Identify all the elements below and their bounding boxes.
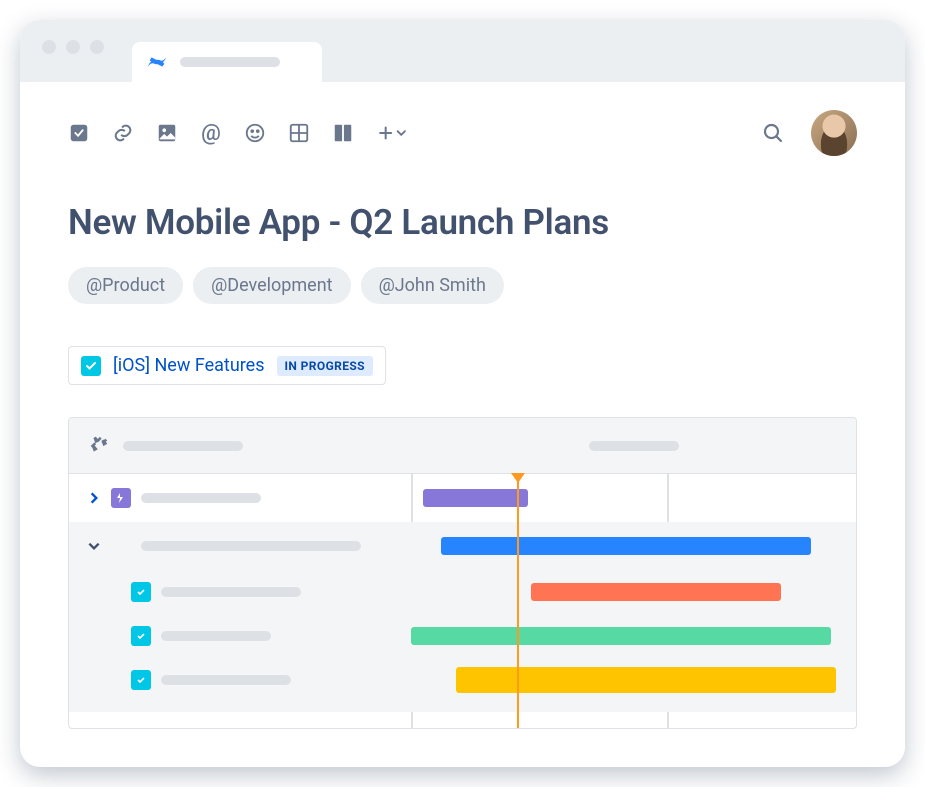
tab-title-placeholder: [180, 57, 280, 67]
tag-product[interactable]: @Product: [68, 267, 183, 304]
today-indicator-marker: [511, 473, 525, 483]
window-controls: [42, 40, 104, 54]
user-avatar[interactable]: [811, 110, 857, 156]
layout-icon[interactable]: [332, 122, 354, 144]
page-title: New Mobile App - Q2 Launch Plans: [68, 202, 857, 243]
gantt-bar-purple[interactable]: [423, 489, 528, 507]
task-title-placeholder: [161, 631, 271, 641]
titlebar: [20, 20, 905, 82]
confluence-logo-icon: [146, 51, 168, 73]
epic-title-placeholder: [141, 541, 361, 551]
editor-toolbar: @: [68, 110, 857, 156]
action-item-icon[interactable]: [68, 122, 90, 144]
task-title-placeholder: [161, 587, 301, 597]
task-type-icon: [131, 582, 151, 602]
gantt-bar-yellow[interactable]: [456, 667, 836, 693]
link-icon[interactable]: [112, 122, 134, 144]
maximize-dot[interactable]: [90, 40, 104, 54]
status-badge: IN PROGRESS: [277, 356, 373, 376]
minimize-dot[interactable]: [66, 40, 80, 54]
linked-issue-title: [iOS] New Features: [113, 355, 265, 376]
roadmap-widget: [68, 417, 857, 729]
task-type-icon: [131, 670, 151, 690]
emoji-icon[interactable]: [244, 122, 266, 144]
gantt-bar-green[interactable]: [411, 627, 831, 645]
epic-title-placeholder: [141, 493, 261, 503]
app-window: @ New Mobile App - Q2 Launch Plans: [20, 20, 905, 767]
jira-logo-icon: [87, 435, 109, 457]
linked-issue-card[interactable]: [iOS] New Features IN PROGRESS: [68, 346, 386, 385]
table-icon[interactable]: [288, 122, 310, 144]
search-icon[interactable]: [761, 121, 785, 145]
task-type-icon: [131, 626, 151, 646]
roadmap-body: [69, 474, 856, 728]
roadmap-row-task-2[interactable]: [69, 614, 856, 658]
task-title-placeholder: [161, 675, 291, 685]
epic-type-icon: [111, 488, 131, 508]
mention-icon[interactable]: @: [200, 122, 222, 144]
mention-tags: @Product @Development @John Smith: [68, 267, 857, 304]
roadmap-row-task-3[interactable]: [69, 658, 856, 702]
today-indicator-line: [517, 474, 519, 728]
image-icon[interactable]: [156, 122, 178, 144]
tag-john-smith[interactable]: @John Smith: [361, 267, 504, 304]
browser-tab[interactable]: [132, 42, 322, 82]
roadmap-row-epic-1[interactable]: [69, 474, 856, 522]
roadmap-source-placeholder: [123, 441, 243, 451]
roadmap-row-epic-2[interactable]: [69, 522, 856, 570]
tag-development[interactable]: @Development: [193, 267, 350, 304]
add-more-icon[interactable]: [376, 122, 410, 144]
roadmap-row-task-1[interactable]: [69, 570, 856, 614]
gantt-bar-blue[interactable]: [441, 537, 811, 555]
task-type-icon: [81, 356, 101, 376]
roadmap-period-placeholder: [589, 441, 679, 451]
roadmap-header: [69, 418, 856, 474]
expand-icon[interactable]: [87, 491, 101, 505]
gantt-bar-orange[interactable]: [531, 583, 781, 601]
collapse-icon[interactable]: [87, 539, 101, 553]
page-content: @ New Mobile App - Q2 Launch Plans: [20, 82, 905, 729]
close-dot[interactable]: [42, 40, 56, 54]
